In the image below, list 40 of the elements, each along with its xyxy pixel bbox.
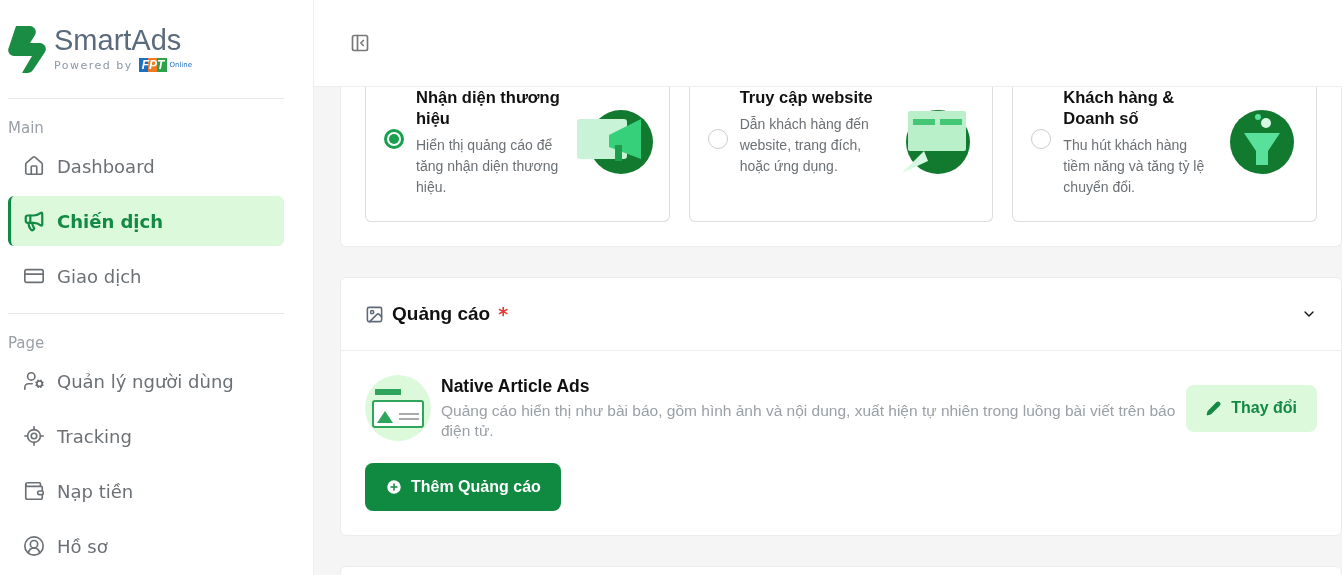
wallet-icon xyxy=(23,480,45,502)
partner-logo-text: FPT xyxy=(138,58,168,72)
logo-icon xyxy=(8,24,46,74)
objective-title: Truy cập website xyxy=(739,87,874,108)
user-circle-icon xyxy=(23,535,45,557)
powered-by-text: Powered by xyxy=(54,58,133,72)
sidebar-item[interactable]: Tracking xyxy=(8,411,284,461)
ad-type-description: Quảng cáo hiển thị như bài báo, gồm hình ảnh và nội dung, xuất hiện tự nhiên trong luồng bài viết trên báo điện tử. xyxy=(441,400,1177,441)
pencil-icon xyxy=(1206,400,1222,416)
objective-description: Hiển thị quảng cáo để tăng nhận diện thương hiệu. xyxy=(416,136,560,197)
sidebar-item[interactable]: Nạp tiền xyxy=(8,466,284,516)
article-ad-icon xyxy=(365,375,431,441)
section-title: Page xyxy=(8,334,46,352)
ad-type-name: Native Article Ads xyxy=(441,375,591,397)
section-heading: Quảng cáo xyxy=(392,303,491,325)
required-mark: * xyxy=(498,303,509,325)
target-icon xyxy=(23,425,45,447)
sidebar-item[interactable]: Dashboard xyxy=(8,141,284,191)
sidebar-item[interactable]: Quản lý người dùng xyxy=(8,356,284,406)
radio-button[interactable] xyxy=(384,129,404,149)
sidebar-toggle-icon[interactable] xyxy=(350,33,370,53)
sidebar-item[interactable]: Giao dịch xyxy=(8,251,284,301)
change-button[interactable]: Thay đổi xyxy=(1186,384,1317,432)
plus-icon xyxy=(385,478,403,496)
objective-description: Thu hút khách hàng tiềm năng và tăng tỷ lệ chuyển đổi. xyxy=(1063,136,1206,197)
add-ad-button[interactable]: Thêm Quảng cáo xyxy=(365,463,561,511)
section-title: Main xyxy=(8,119,45,137)
sidebar-item[interactable]: Chiến dịch xyxy=(8,196,284,246)
objective-card[interactable]: Truy cập website Dẫn khách hàng đến website, trang đích, hoặc ứng dụng. xyxy=(688,87,994,222)
objective-description: Dẫn khách hàng đến website, trang đích, hoặc ứng dụng. xyxy=(739,115,870,176)
home-icon xyxy=(23,155,45,177)
objective-card[interactable]: Khách hàng & Doanh số Thu hút khách hàng tiềm năng và tăng tỷ lệ chuyển đổi. xyxy=(1012,87,1317,222)
objective-title: Nhận diện thương hiệu xyxy=(416,87,561,129)
megaphone-icon xyxy=(23,210,45,232)
user-gear-icon xyxy=(23,370,45,392)
objective-card[interactable]: Nhận diện thương hiệu Hiển thị quảng cáo để tăng nhận diện thương hiệu. xyxy=(365,87,670,222)
sidebar-item[interactable]: Hồ sơ xyxy=(8,521,284,571)
image-icon xyxy=(365,304,384,324)
brand-name: SmartAds xyxy=(54,26,183,55)
objective-title: Khách hàng & Doanh số xyxy=(1063,87,1176,129)
